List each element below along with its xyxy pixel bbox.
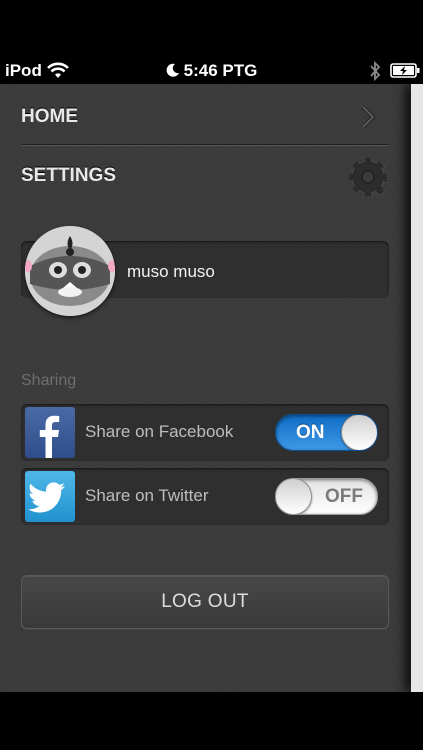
status-time: 5:46 PTG [183,61,258,80]
raccoon-avatar [25,226,115,316]
menu-divider [21,144,389,146]
share-twitter-row: Share on Twitter OFF [21,468,389,525]
share-facebook-label: Share on Facebook [85,422,234,441]
gear-icon [349,158,388,196]
bluetooth-icon [370,60,381,82]
twitter-icon [25,471,75,522]
main-content-edge[interactable] [411,84,423,692]
home-label: HOME [21,106,78,127]
twitter-toggle-state: OFF [325,486,363,507]
twitter-toggle[interactable]: OFF [275,478,378,515]
share-facebook-row: Share on Facebook ON [21,404,389,461]
toggle-knob[interactable] [276,479,312,514]
sharing-section-label: Sharing [21,372,77,389]
logout-label: LOG OUT [161,591,249,612]
facebook-toggle[interactable]: ON [275,414,378,451]
settings-menu-panel: HOME SETTINGS muso muso Sharing Share on… [0,84,423,692]
menu-item-home[interactable]: HOME [0,84,411,144]
toggle-knob[interactable] [341,415,377,450]
moon-icon [166,63,179,77]
chevron-right-icon [361,105,376,129]
profile-name: muso muso [127,262,215,281]
facebook-toggle-state: ON [296,422,325,443]
battery-charging-icon [390,63,420,78]
share-twitter-label: Share on Twitter [85,486,209,505]
logout-button[interactable]: LOG OUT [21,575,389,629]
facebook-icon [25,407,75,458]
status-bar: iPod 5:46 PTG [0,58,423,84]
settings-label: SETTINGS [21,165,117,186]
